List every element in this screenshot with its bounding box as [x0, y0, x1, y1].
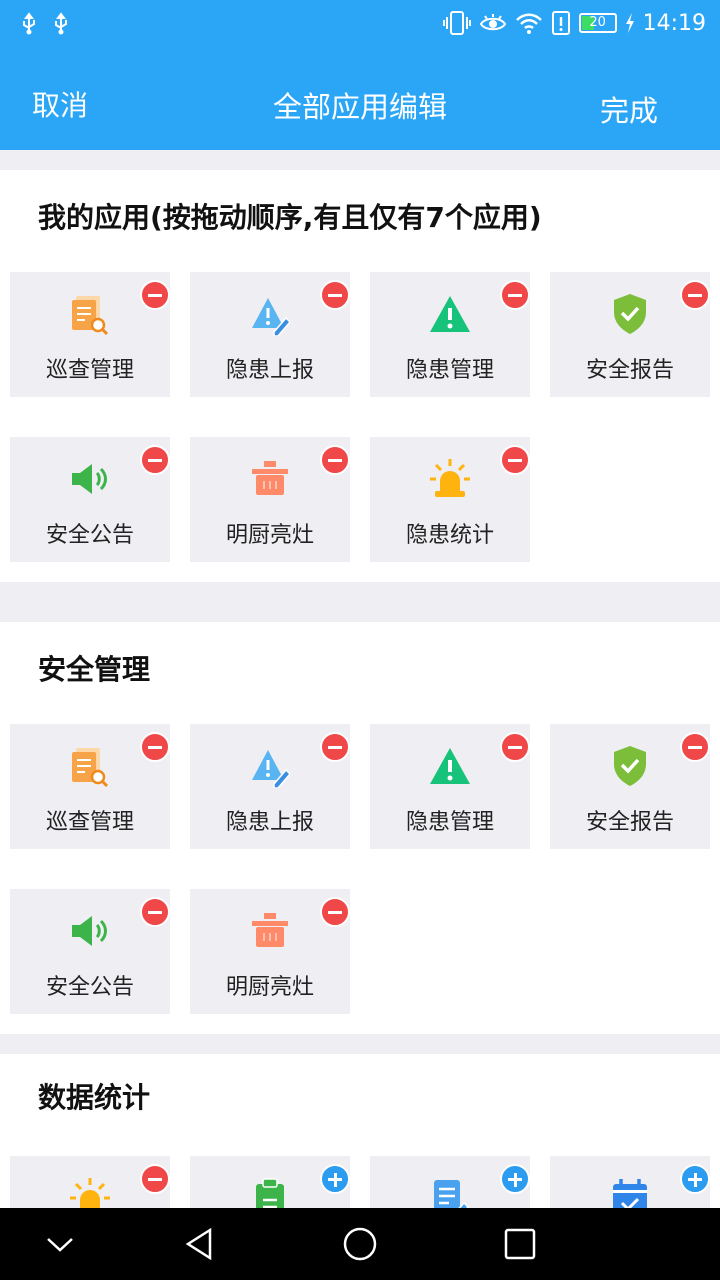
document-edit-icon [434, 1180, 470, 1208]
usb-icon [55, 12, 67, 35]
add-button[interactable] [680, 1164, 710, 1194]
system-nav-bar [0, 1208, 720, 1280]
remove-button[interactable] [320, 732, 350, 762]
app-tile-safety-report[interactable]: 安全报告 [550, 724, 710, 849]
app-label: 巡查管理 [45, 358, 134, 383]
app-tile-kitchen[interactable]: 明厨亮灶 [190, 437, 350, 562]
remove-button[interactable] [320, 445, 350, 475]
app-label: 安全报告 [585, 358, 674, 383]
section-my-apps: 我的应用(按拖动顺序,有且仅有7个应用) 巡查管理 隐患上报 隐患管理 安全报告… [0, 170, 720, 582]
shield-check-icon [614, 746, 646, 786]
app-label: 安全公告 [45, 523, 134, 548]
remove-button[interactable] [140, 732, 170, 762]
recents-icon[interactable] [500, 1224, 540, 1264]
app-tile-stats-4[interactable] [550, 1156, 710, 1208]
app-label: 明厨亮灶 [225, 523, 314, 548]
app-tile-stats-2[interactable] [190, 1156, 350, 1208]
add-button[interactable] [320, 1164, 350, 1194]
remove-button[interactable] [320, 897, 350, 927]
app-tile-stats-1[interactable] [10, 1156, 170, 1208]
clipboard-icon [256, 1178, 284, 1208]
remove-button[interactable] [500, 445, 530, 475]
remove-button[interactable] [500, 732, 530, 762]
home-icon[interactable] [340, 1224, 380, 1264]
pot-icon [252, 913, 288, 947]
warning-edit-icon [252, 298, 290, 336]
section-title: 数据统计 [38, 1081, 151, 1114]
app-tile-stats-3[interactable] [370, 1156, 530, 1208]
app-tile-announcement[interactable]: 安全公告 [10, 889, 170, 1014]
speaker-icon [72, 464, 107, 494]
shield-check-icon [614, 294, 646, 334]
document-search-icon [72, 748, 109, 788]
back-icon[interactable] [180, 1224, 220, 1264]
app-tile-hazard-manage[interactable]: 隐患管理 [370, 272, 530, 397]
app-tile-hazard-report[interactable]: 隐患上报 [190, 272, 350, 397]
remove-button[interactable] [140, 897, 170, 927]
app-label: 隐患管理 [405, 358, 494, 383]
section-title: 我的应用(按拖动顺序,有且仅有7个应用) [38, 201, 542, 234]
app-label: 明厨亮灶 [225, 975, 314, 1000]
remove-button[interactable] [680, 732, 710, 762]
app-label: 安全报告 [585, 810, 674, 835]
remove-button[interactable] [140, 280, 170, 310]
app-label: 隐患统计 [405, 523, 494, 548]
clock: 14:19 [642, 10, 706, 36]
remove-button[interactable] [680, 280, 710, 310]
alarm-light-icon [430, 459, 470, 497]
app-tile-safety-report[interactable]: 安全报告 [550, 272, 710, 397]
add-button[interactable] [500, 1164, 530, 1194]
app-tile-patrol[interactable]: 巡查管理 [10, 272, 170, 397]
header-bar: 取消 全部应用编辑 完成 [0, 50, 720, 150]
section-title: 安全管理 [38, 653, 151, 686]
speaker-icon [72, 916, 107, 946]
app-tile-hazard-report[interactable]: 隐患上报 [190, 724, 350, 849]
remove-button[interactable] [140, 445, 170, 475]
section-safety-management: 安全管理 巡查管理 隐患上报 隐患管理 安全报告 安全公告 明厨亮灶 [0, 622, 720, 1034]
charging-icon [625, 13, 634, 33]
done-button[interactable]: 完成 [600, 88, 658, 130]
remove-button[interactable] [500, 280, 530, 310]
battery-level: 20 [589, 15, 606, 30]
status-bar: 20 14:19 [0, 0, 720, 50]
wifi-icon [515, 13, 542, 34]
app-label: 安全公告 [45, 975, 134, 1000]
alert-icon [551, 11, 570, 35]
app-tile-hazard-manage[interactable]: 隐患管理 [370, 724, 530, 849]
document-search-icon [72, 296, 109, 336]
usb-icon [23, 12, 35, 35]
app-label: 隐患上报 [225, 810, 314, 835]
app-tile-patrol[interactable]: 巡查管理 [10, 724, 170, 849]
eye-icon [479, 14, 506, 31]
vibrate-icon [442, 11, 471, 35]
pot-icon [252, 461, 288, 495]
alarm-light-icon [70, 1178, 110, 1208]
app-tile-kitchen[interactable]: 明厨亮灶 [190, 889, 350, 1014]
app-tile-announcement[interactable]: 安全公告 [10, 437, 170, 562]
remove-button[interactable] [320, 280, 350, 310]
collapse-icon[interactable] [40, 1224, 80, 1264]
warning-edit-icon [252, 750, 290, 788]
warning-icon [430, 748, 470, 784]
app-label: 隐患管理 [405, 810, 494, 835]
app-label: 巡查管理 [45, 810, 134, 835]
calendar-check-icon [613, 1179, 647, 1208]
battery-icon: 20 [578, 13, 617, 33]
warning-icon [430, 296, 470, 332]
section-data-statistics: 数据统计 [0, 1054, 720, 1208]
app-tile-hazard-stats[interactable]: 隐患统计 [370, 437, 530, 562]
app-edit-list[interactable]: 我的应用(按拖动顺序,有且仅有7个应用) 巡查管理 隐患上报 隐患管理 安全报告… [0, 150, 720, 1208]
remove-button[interactable] [140, 1164, 170, 1194]
app-label: 隐患上报 [225, 358, 314, 383]
